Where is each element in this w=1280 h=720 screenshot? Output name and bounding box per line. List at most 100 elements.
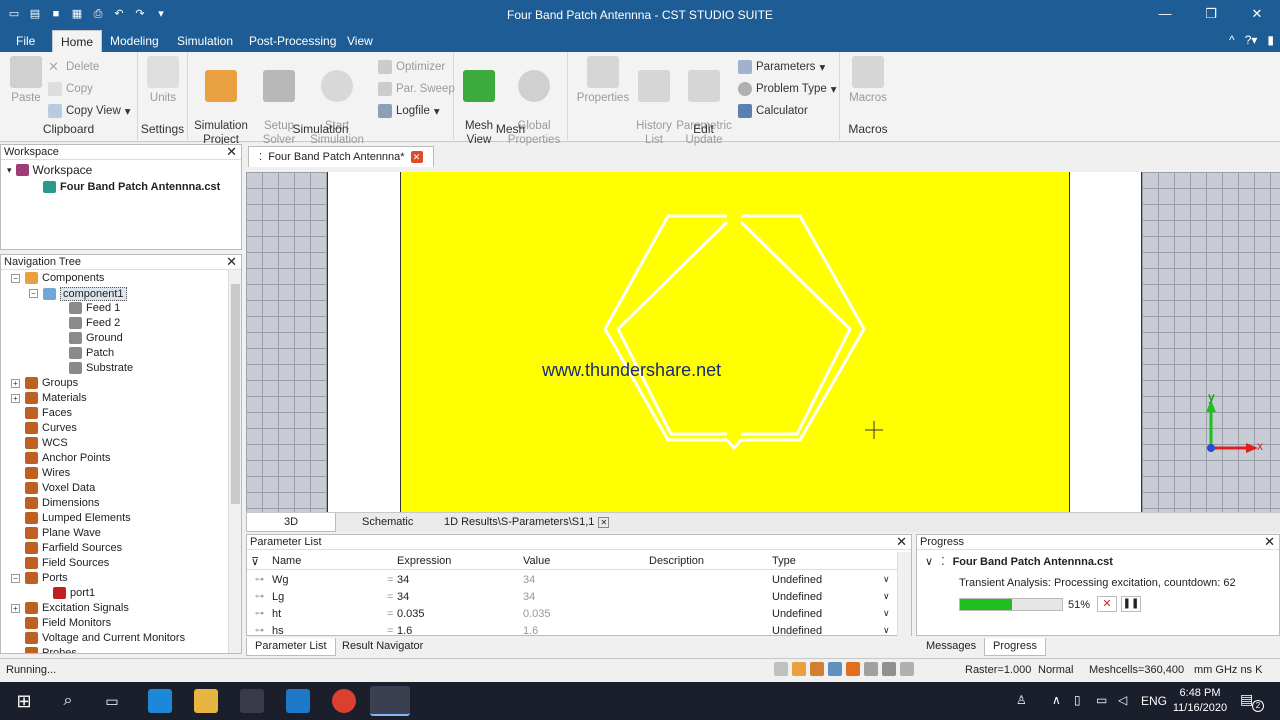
column-name[interactable]: Name bbox=[272, 555, 301, 567]
close-button[interactable]: ✕ bbox=[1234, 0, 1280, 30]
minimize-button[interactable]: — bbox=[1142, 0, 1188, 30]
parameter-type[interactable]: Undefined bbox=[772, 608, 822, 620]
tree-item-farfield-sources[interactable]: Farfield Sources bbox=[25, 542, 122, 554]
tab-progress[interactable]: Progress bbox=[984, 638, 1047, 656]
close-icon[interactable]: ✕ bbox=[226, 145, 237, 159]
optimizer-button[interactable]: Optimizer bbox=[378, 60, 445, 74]
chevron-up-icon[interactable]: ∧ bbox=[1052, 693, 1061, 707]
tree-item-voltage-and-current-monitors[interactable]: Voltage and Current Monitors bbox=[25, 632, 185, 644]
reset-view-icon[interactable] bbox=[864, 662, 878, 676]
parameter-expression[interactable]: 0.035 bbox=[397, 608, 425, 620]
chevron-down-icon[interactable]: ∨ bbox=[883, 591, 890, 602]
parameter-name[interactable]: ht bbox=[272, 608, 281, 620]
chevron-down-icon[interactable]: ∨ bbox=[883, 574, 890, 585]
language-indicator[interactable]: ENG bbox=[1141, 694, 1167, 708]
tree-item-anchor-points[interactable]: Anchor Points bbox=[25, 452, 110, 464]
network-icon[interactable]: ▯ bbox=[1074, 693, 1081, 707]
units-button[interactable]: Units bbox=[146, 56, 180, 105]
tree-item-feed-1[interactable]: Feed 1 bbox=[69, 302, 120, 314]
paste-button[interactable]: Paste bbox=[8, 56, 44, 105]
workspace-root[interactable]: ▾ Workspace bbox=[7, 163, 92, 177]
tree-item-field-monitors[interactable]: Field Monitors bbox=[25, 617, 111, 629]
document-tab[interactable]: ⁚ Four Band Patch Antennna* ✕ bbox=[248, 146, 434, 167]
cube-icon[interactable] bbox=[900, 662, 914, 676]
task-view-icon[interactable]: ▭ bbox=[100, 689, 124, 713]
tree-item-substrate[interactable]: Substrate bbox=[69, 362, 133, 374]
tab-view[interactable]: View bbox=[347, 34, 373, 48]
macros-button[interactable]: Macros bbox=[848, 56, 888, 105]
workspace-file[interactable]: Four Band Patch Antennna.cst bbox=[43, 181, 220, 193]
people-icon[interactable]: ♙ bbox=[1016, 693, 1027, 707]
parameter-type[interactable]: Undefined bbox=[772, 591, 822, 603]
column-type[interactable]: Type bbox=[772, 555, 796, 567]
calculator-button[interactable]: Calculator bbox=[738, 104, 808, 118]
parameter-expression[interactable]: 34 bbox=[397, 574, 409, 586]
column-expression[interactable]: Expression bbox=[397, 555, 451, 567]
spin-icon[interactable] bbox=[846, 662, 860, 676]
tree-item-lumped-elements[interactable]: Lumped Elements bbox=[25, 512, 131, 524]
tree-item-probes[interactable]: Probes bbox=[25, 647, 77, 653]
tree-item-patch[interactable]: Patch bbox=[69, 347, 114, 359]
copy-button[interactable]: Copy bbox=[48, 82, 93, 96]
tree-item-faces[interactable]: Faces bbox=[25, 407, 72, 419]
tab-home[interactable]: Home bbox=[52, 30, 103, 52]
battery-icon[interactable]: ▭ bbox=[1096, 693, 1107, 707]
tree-item-materials[interactable]: + Materials bbox=[11, 392, 87, 404]
table-row[interactable]: ⊶ ht = 0.035 0.035 Undefined ∨ bbox=[247, 606, 897, 623]
properties-button[interactable]: Properties bbox=[576, 56, 630, 105]
parameter-type[interactable]: Undefined bbox=[772, 574, 822, 586]
tab-parameter-list[interactable]: Parameter List bbox=[246, 638, 336, 656]
parameter-name[interactable]: hs bbox=[272, 625, 284, 637]
copy-view-button[interactable]: Copy View ▾ bbox=[48, 104, 131, 118]
tree-item-ground[interactable]: Ground bbox=[69, 332, 123, 344]
select-icon[interactable] bbox=[882, 662, 896, 676]
tab-3d[interactable]: 3D bbox=[246, 513, 336, 532]
expand-toggle-icon[interactable]: − bbox=[29, 289, 38, 298]
column-description[interactable]: Description bbox=[649, 555, 704, 567]
tree-scrollbar[interactable] bbox=[228, 270, 241, 653]
table-row[interactable]: ⊶ Lg = 34 34 Undefined ∨ bbox=[247, 589, 897, 606]
tab-messages[interactable]: Messages bbox=[918, 638, 984, 656]
store-icon[interactable] bbox=[240, 689, 264, 713]
restore-button[interactable]: ❐ bbox=[1188, 0, 1234, 30]
parameters-button[interactable]: Parameters ▾ bbox=[738, 60, 825, 74]
logfile-button[interactable]: Logfile ▾ bbox=[378, 104, 440, 118]
tree-item-components[interactable]: − Components bbox=[11, 272, 104, 284]
chevron-down-icon[interactable]: ∨ bbox=[883, 608, 890, 619]
expand-toggle-icon[interactable]: + bbox=[11, 379, 20, 388]
file-explorer-icon[interactable] bbox=[194, 689, 218, 713]
tree-item-dimensions[interactable]: Dimensions bbox=[25, 497, 99, 509]
tree-item-field-sources[interactable]: Field Sources bbox=[25, 557, 109, 569]
zoom-fit-icon[interactable] bbox=[774, 662, 788, 676]
expand-toggle-icon[interactable]: − bbox=[11, 274, 20, 283]
tab-modeling[interactable]: Modeling bbox=[110, 34, 159, 48]
tab-post-processing[interactable]: Post-Processing bbox=[249, 34, 336, 48]
par-sweep-button[interactable]: Par. Sweep bbox=[378, 82, 455, 96]
tree-item-component1[interactable]: − component1 bbox=[29, 287, 127, 301]
tree-item-excitation-signals[interactable]: + Excitation Signals bbox=[11, 602, 129, 614]
volume-icon[interactable]: ◁ bbox=[1118, 693, 1127, 707]
parameter-expression[interactable]: 1.6 bbox=[397, 625, 412, 637]
progress-project[interactable]: ∨ ⁚ Four Band Patch Antennna.cst bbox=[925, 555, 1113, 569]
tab-file[interactable]: File bbox=[16, 34, 35, 48]
abort-button[interactable]: ✕ bbox=[1097, 596, 1117, 612]
parameter-name[interactable]: Wg bbox=[272, 574, 289, 586]
tree-item-wires[interactable]: Wires bbox=[25, 467, 70, 479]
close-tab-icon[interactable]: ✕ bbox=[410, 151, 423, 163]
close-icon[interactable]: ✕ bbox=[226, 255, 237, 269]
cst-taskbar-icon[interactable] bbox=[370, 686, 410, 716]
expand-toggle-icon[interactable]: + bbox=[11, 394, 20, 403]
parameter-expression[interactable]: 34 bbox=[397, 591, 409, 603]
tree-scrollbar-thumb[interactable] bbox=[231, 284, 240, 504]
problem-type-button[interactable]: Problem Type ▾ bbox=[738, 82, 837, 96]
tree-item-ports[interactable]: − Ports bbox=[11, 572, 68, 584]
tree-item-port1[interactable]: port1 bbox=[53, 587, 95, 599]
parameter-list-scrollbar[interactable] bbox=[897, 552, 911, 636]
clock[interactable]: 6:48 PM 11/16/2020 bbox=[1172, 686, 1228, 716]
expand-toggle-icon[interactable]: − bbox=[11, 574, 20, 583]
close-icon[interactable]: ✕ bbox=[1264, 535, 1275, 549]
table-row[interactable]: ⊶ Wg = 34 34 Undefined ∨ bbox=[247, 572, 897, 589]
tree-item-feed-2[interactable]: Feed 2 bbox=[69, 317, 120, 329]
help-icon[interactable]: ?▾ bbox=[1245, 33, 1258, 47]
parameter-type[interactable]: Undefined bbox=[772, 625, 822, 637]
